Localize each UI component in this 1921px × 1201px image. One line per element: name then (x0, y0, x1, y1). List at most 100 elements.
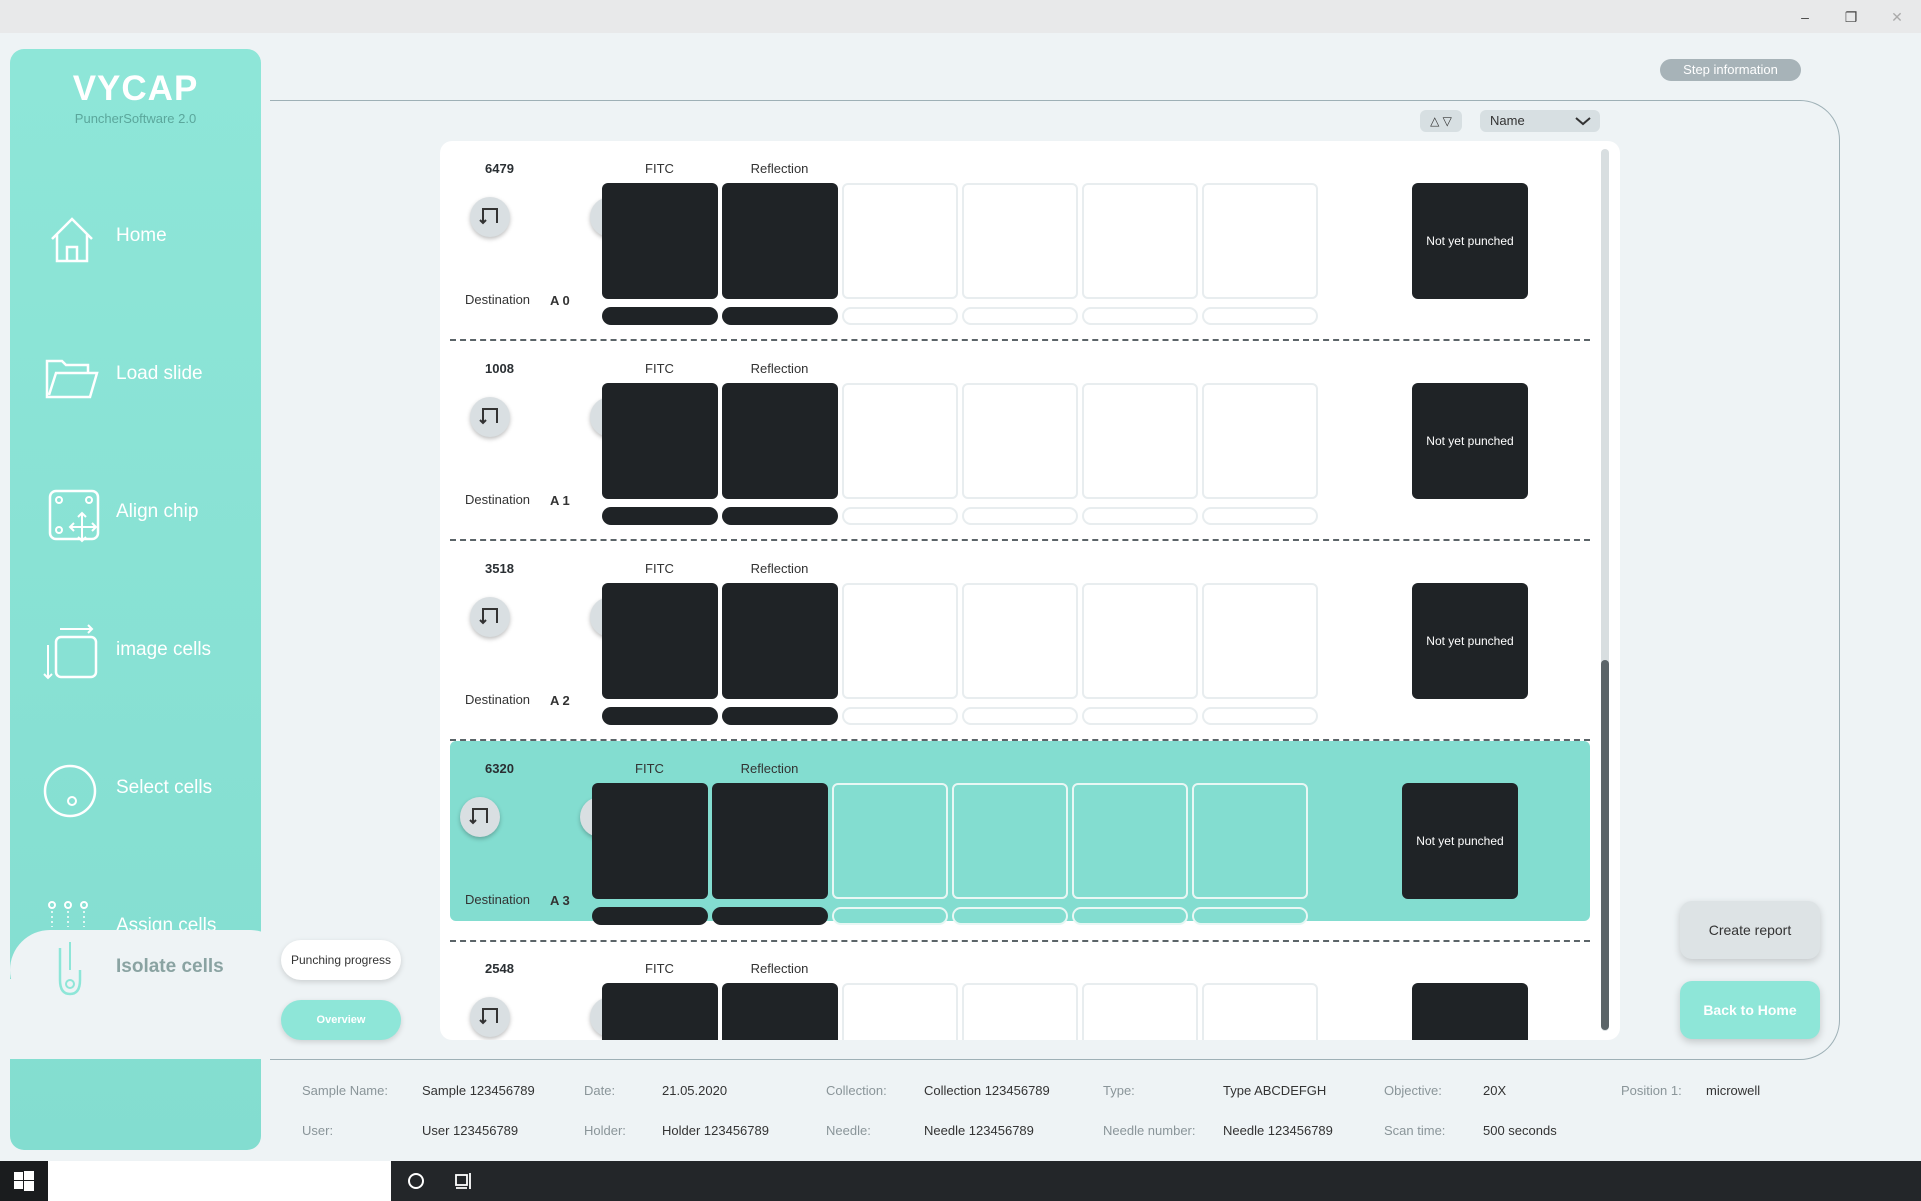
channel-label-reflection: Reflection (750, 161, 809, 176)
sample-name-value: Sample 123456789 (422, 1083, 535, 1098)
nav-item-home[interactable]: Home (10, 199, 261, 279)
nav-item-load-slide[interactable]: Load slide (10, 337, 261, 417)
return-button[interactable] (470, 997, 510, 1037)
cell-image-empty (1202, 583, 1318, 699)
cell-image-reflection[interactable] (722, 383, 838, 499)
cell-image-reflection[interactable] (722, 983, 838, 1040)
needle-label: Needle: (826, 1123, 871, 1138)
punch-status: Not yet punched (1412, 183, 1528, 299)
objective-label: Objective: (1384, 1083, 1442, 1098)
nav-item-image-cells[interactable]: image cells (10, 613, 261, 693)
cell-id: 1008 (485, 361, 514, 376)
needle-value: Needle 123456789 (924, 1123, 1034, 1138)
cell-image-fitc[interactable] (602, 383, 718, 499)
taskbar (0, 1161, 1921, 1201)
cell-image-empty (1202, 983, 1318, 1040)
channel-bar (722, 707, 838, 725)
needle-number-label: Needle number: (1103, 1123, 1196, 1138)
start-button[interactable] (0, 1161, 48, 1201)
cell-image-empty (962, 583, 1078, 699)
type-value: Type ABCDEFGH (1223, 1083, 1327, 1098)
position-value: microwell (1706, 1083, 1761, 1098)
cell-image-reflection[interactable] (722, 583, 838, 699)
cell-image-fitc[interactable] (592, 783, 708, 899)
cell-image-reflection[interactable] (722, 183, 838, 299)
cell-image-empty (1072, 783, 1188, 899)
cell-id: 6479 (485, 161, 514, 176)
minimize-button[interactable]: – (1792, 6, 1818, 28)
nav-label-load-slide: Load slide (116, 363, 203, 384)
collection-label: Collection: (826, 1083, 887, 1098)
channel-label-fitc: FITC (645, 161, 674, 176)
cell-row: 3518 Destination A 2 FITC Reflection Not… (450, 541, 1590, 741)
return-button[interactable] (470, 397, 510, 437)
channel-bar (592, 907, 708, 925)
step-information-button[interactable]: Step information (1660, 59, 1801, 81)
cell-row-selected[interactable]: 6320 Destination A 3 FITC Reflection Not… (450, 741, 1590, 925)
sort-order-toggle[interactable]: △ ▽ (1420, 110, 1462, 132)
back-to-home-button[interactable]: Back to Home (1680, 981, 1820, 1039)
app-version: PuncherSoftware 2.0 (74, 111, 197, 126)
position-label: Position 1: (1621, 1083, 1682, 1098)
channel-bar (952, 907, 1068, 925)
return-icon (479, 608, 498, 625)
nav-label-home: Home (116, 225, 167, 246)
channel-bar (1202, 507, 1318, 525)
cell-image-empty (952, 783, 1068, 899)
channel-label-reflection: Reflection (750, 961, 809, 976)
objective-value: 20X (1483, 1083, 1507, 1098)
isolate-cells-icon (58, 942, 82, 996)
channel-bar (1202, 707, 1318, 725)
return-button[interactable] (470, 597, 510, 637)
type-label: Type: (1103, 1083, 1135, 1098)
return-button[interactable] (470, 197, 510, 237)
destination-value: A 0 (550, 293, 570, 308)
cell-list[interactable]: 6479 Destination A 0 FITC Reflection Not… (440, 141, 1620, 1040)
channel-bar (962, 707, 1078, 725)
nav-item-align-chip[interactable]: Align chip (10, 475, 261, 555)
channel-label-reflection: Reflection (750, 561, 809, 576)
return-button[interactable] (460, 797, 500, 837)
cell-image-empty (962, 383, 1078, 499)
nav-item-isolate-cells[interactable]: Isolate cells (10, 930, 290, 1010)
channel-bar (722, 507, 838, 525)
channel-bar (962, 507, 1078, 525)
nav-label-image-cells: image cells (116, 639, 212, 660)
sort-by-value: Name (1490, 113, 1525, 128)
destination-label: Destination (465, 292, 531, 307)
nav-label-align-chip: Align chip (116, 501, 199, 522)
app-logo: VYCAP (72, 69, 199, 108)
restore-button[interactable]: ❐ (1838, 6, 1864, 28)
close-button[interactable]: ✕ (1884, 6, 1910, 28)
cell-row: 2548 FITC Reflection (450, 941, 1590, 1040)
destination-value: A 1 (550, 493, 570, 508)
channel-bar (1082, 507, 1198, 525)
cell-image-empty (962, 983, 1078, 1040)
create-report-button[interactable]: Create report (1680, 901, 1820, 959)
return-icon (479, 408, 498, 425)
channel-bar (602, 307, 718, 325)
select-cells-icon (43, 764, 97, 818)
cell-image-empty (1202, 183, 1318, 299)
scan-time-label: Scan time: (1384, 1123, 1446, 1138)
channel-bar (602, 507, 718, 525)
task-view-icon[interactable] (454, 1171, 474, 1191)
channel-label-fitc: FITC (645, 361, 674, 376)
cell-image-fitc[interactable] (602, 583, 718, 699)
date-label: Date: (584, 1083, 616, 1098)
cortana-icon[interactable] (406, 1171, 426, 1191)
channel-bar (602, 707, 718, 725)
chevron-down-icon (1575, 117, 1591, 126)
cell-image-reflection[interactable] (712, 783, 828, 899)
image-cells-icon (43, 624, 98, 680)
nav-item-select-cells[interactable]: Select cells (10, 751, 261, 831)
taskbar-search-box[interactable] (48, 1161, 391, 1201)
sort-by-select[interactable]: Name (1480, 110, 1600, 132)
return-icon (479, 208, 498, 225)
destination-value: A 2 (550, 693, 570, 708)
scrollbar-thumb[interactable] (1601, 660, 1609, 1030)
cell-image-fitc[interactable] (602, 183, 718, 299)
cell-image-fitc[interactable] (602, 983, 718, 1040)
cell-image-empty (1082, 583, 1198, 699)
channel-label-reflection: Reflection (740, 761, 799, 776)
